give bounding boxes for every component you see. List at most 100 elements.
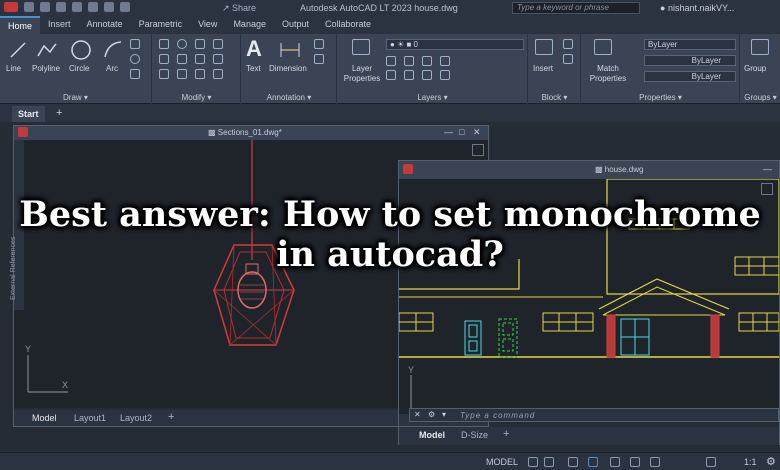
array-icon[interactable] xyxy=(195,69,205,79)
modify-panel-title[interactable]: Modify ▾ xyxy=(153,93,240,102)
polar-icon[interactable] xyxy=(588,457,598,467)
layer-dropdown[interactable]: ● ☀ ■ 0 xyxy=(386,39,524,50)
layout-tab-model[interactable]: Model xyxy=(419,430,445,440)
trim-icon[interactable] xyxy=(195,39,205,49)
stretch-icon[interactable] xyxy=(159,69,169,79)
close-command-icon[interactable]: ✕ xyxy=(414,410,421,419)
add-layout-icon[interactable]: + xyxy=(503,428,509,440)
circle-tool-label: Circle xyxy=(69,64,90,73)
layer-previous-icon[interactable] xyxy=(404,70,414,80)
viewcube-icon[interactable] xyxy=(761,183,773,195)
maximize-icon[interactable]: □ xyxy=(459,127,464,137)
layer-lock-icon[interactable] xyxy=(440,56,450,66)
tab-manage[interactable]: Manage xyxy=(225,16,274,34)
undo-icon[interactable] xyxy=(104,2,114,12)
rectangle-icon[interactable] xyxy=(130,39,140,49)
tab-home[interactable]: Home xyxy=(0,16,41,34)
properties-panel-title[interactable]: Properties ▾ xyxy=(582,93,739,102)
groups-panel-title[interactable]: Groups ▾ xyxy=(741,93,780,102)
create-block-icon[interactable] xyxy=(563,39,573,49)
block-panel-title[interactable]: Block ▾ xyxy=(529,93,580,102)
user-menu[interactable]: ● nishant.naikVY... xyxy=(660,3,734,13)
scale-icon[interactable] xyxy=(177,69,187,79)
left-window-titlebar: ▩ Sections_01.dwg* — □ ✕ xyxy=(14,126,488,140)
lineweight-dropdown[interactable]: ByLayer xyxy=(644,71,736,82)
save-icon[interactable] xyxy=(56,2,66,12)
osnap-icon[interactable] xyxy=(610,457,620,467)
layers-panel-title[interactable]: Layers ▾ xyxy=(338,93,527,102)
scale-value[interactable]: 1:1 xyxy=(744,457,757,467)
annotation-panel-title[interactable]: Annotation ▾ xyxy=(242,93,336,102)
group-icon[interactable] xyxy=(751,39,769,55)
edit-block-icon[interactable] xyxy=(563,54,573,64)
annotation-scale-icon[interactable] xyxy=(706,457,716,467)
line-icon[interactable] xyxy=(8,40,28,60)
share-button[interactable]: ↗ Share xyxy=(222,3,256,14)
layer-properties-icon[interactable] xyxy=(352,39,370,55)
explode-icon[interactable] xyxy=(213,54,223,64)
leader-icon[interactable] xyxy=(314,39,324,49)
arc-icon[interactable] xyxy=(102,39,124,61)
autocad-logo-icon[interactable] xyxy=(4,2,18,12)
tab-annotate[interactable]: Annotate xyxy=(79,16,131,34)
new-icon[interactable] xyxy=(24,2,34,12)
polyline-icon[interactable] xyxy=(36,40,58,60)
dimension-icon[interactable] xyxy=(278,40,302,60)
tab-output[interactable]: Output xyxy=(274,16,317,34)
command-input[interactable]: Type a command xyxy=(460,411,535,420)
layer-freeze-icon[interactable] xyxy=(422,56,432,66)
lineweight-icon[interactable] xyxy=(630,457,640,467)
rotate-icon[interactable] xyxy=(177,39,187,49)
insert-block-icon[interactable] xyxy=(535,39,553,55)
layer-isolate-icon[interactable] xyxy=(386,56,396,66)
close-icon[interactable]: ✕ xyxy=(473,127,481,138)
grid-icon[interactable] xyxy=(528,457,538,467)
table-icon[interactable] xyxy=(314,54,324,64)
move-icon[interactable] xyxy=(159,39,169,49)
draw-panel-title[interactable]: Draw ▾ xyxy=(0,93,151,102)
color-dropdown[interactable]: ByLayer xyxy=(644,39,736,50)
save-as-icon[interactable] xyxy=(72,2,82,12)
layer-merge-icon[interactable] xyxy=(440,70,450,80)
mirror-icon[interactable] xyxy=(177,54,187,64)
layer-match-icon[interactable] xyxy=(386,70,396,80)
new-tab-icon[interactable]: + xyxy=(56,107,62,119)
layout-tab-layout2[interactable]: Layout2 xyxy=(120,413,152,423)
tab-start[interactable]: Start xyxy=(12,106,45,122)
ellipse-icon[interactable] xyxy=(130,54,140,64)
minimize-icon[interactable]: — xyxy=(763,164,772,174)
erase-icon[interactable] xyxy=(213,39,223,49)
tab-view[interactable]: View xyxy=(190,16,225,34)
circle-icon[interactable] xyxy=(70,39,92,61)
tab-insert[interactable]: Insert xyxy=(40,16,79,34)
selection-cycling-icon[interactable] xyxy=(650,457,660,467)
open-icon[interactable] xyxy=(40,2,50,12)
status-bar: MODEL 1:1 ⚙ xyxy=(0,452,780,470)
layout-tab-d-size[interactable]: D-Size xyxy=(461,430,488,440)
layer-walk-icon[interactable] xyxy=(422,70,432,80)
minimize-icon[interactable]: — xyxy=(444,127,453,137)
layer-off-icon[interactable] xyxy=(404,56,414,66)
offset-icon[interactable] xyxy=(213,69,223,79)
ortho-icon[interactable] xyxy=(568,457,578,467)
snap-icon[interactable] xyxy=(544,457,554,467)
recent-commands-icon[interactable]: ▾ xyxy=(442,410,446,419)
customize-icon[interactable]: ⚙ xyxy=(428,410,435,419)
hatch-icon[interactable] xyxy=(130,69,140,79)
settings-gear-icon[interactable]: ⚙ xyxy=(766,455,776,468)
tab-collaborate[interactable]: Collaborate xyxy=(317,16,379,34)
match-properties-icon[interactable] xyxy=(594,39,612,55)
tab-parametric[interactable]: Parametric xyxy=(131,16,191,34)
search-input[interactable]: Type a keyword or phrase xyxy=(512,2,640,14)
print-icon[interactable] xyxy=(88,2,98,12)
layout-tab-layout1[interactable]: Layout1 xyxy=(74,413,106,423)
layout-tab-model[interactable]: Model xyxy=(32,413,57,423)
redo-icon[interactable] xyxy=(120,2,130,12)
text-icon[interactable]: A xyxy=(246,36,262,62)
fillet-icon[interactable] xyxy=(195,54,205,64)
model-space-button[interactable]: MODEL xyxy=(486,457,518,467)
viewcube-icon[interactable] xyxy=(472,144,484,156)
linetype-dropdown[interactable]: ByLayer xyxy=(644,55,736,66)
copy-icon[interactable] xyxy=(159,54,169,64)
add-layout-icon[interactable]: + xyxy=(168,411,174,423)
